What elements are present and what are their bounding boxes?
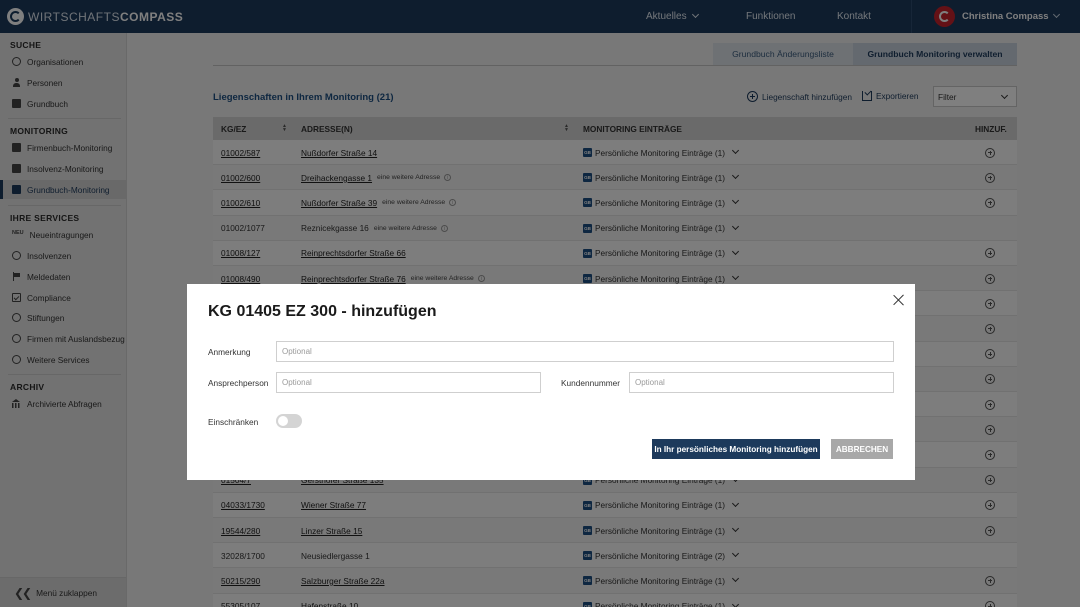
einschraenken-toggle[interactable] [276, 414, 302, 428]
close-icon[interactable] [892, 293, 906, 307]
add-to-monitoring-button[interactable]: In Ihr persönliches Monitoring hinzufüge… [652, 439, 820, 459]
anmerkung-label: Anmerkung [208, 347, 251, 357]
cancel-button[interactable]: ABBRECHEN [831, 439, 893, 459]
anmerkung-input[interactable] [276, 341, 894, 362]
einschraenken-label: Einschränken [208, 417, 259, 427]
kundennummer-input[interactable] [629, 372, 894, 393]
add-modal: KG 01405 EZ 300 - hinzufügen Anmerkung A… [187, 284, 915, 480]
kundennummer-label: Kundennummer [561, 378, 621, 388]
ansprechperson-input[interactable] [276, 372, 541, 393]
modal-title: KG 01405 EZ 300 - hinzufügen [208, 303, 437, 320]
ansprechperson-label: Ansprechperson [208, 378, 269, 388]
toggle-knob [278, 416, 288, 426]
